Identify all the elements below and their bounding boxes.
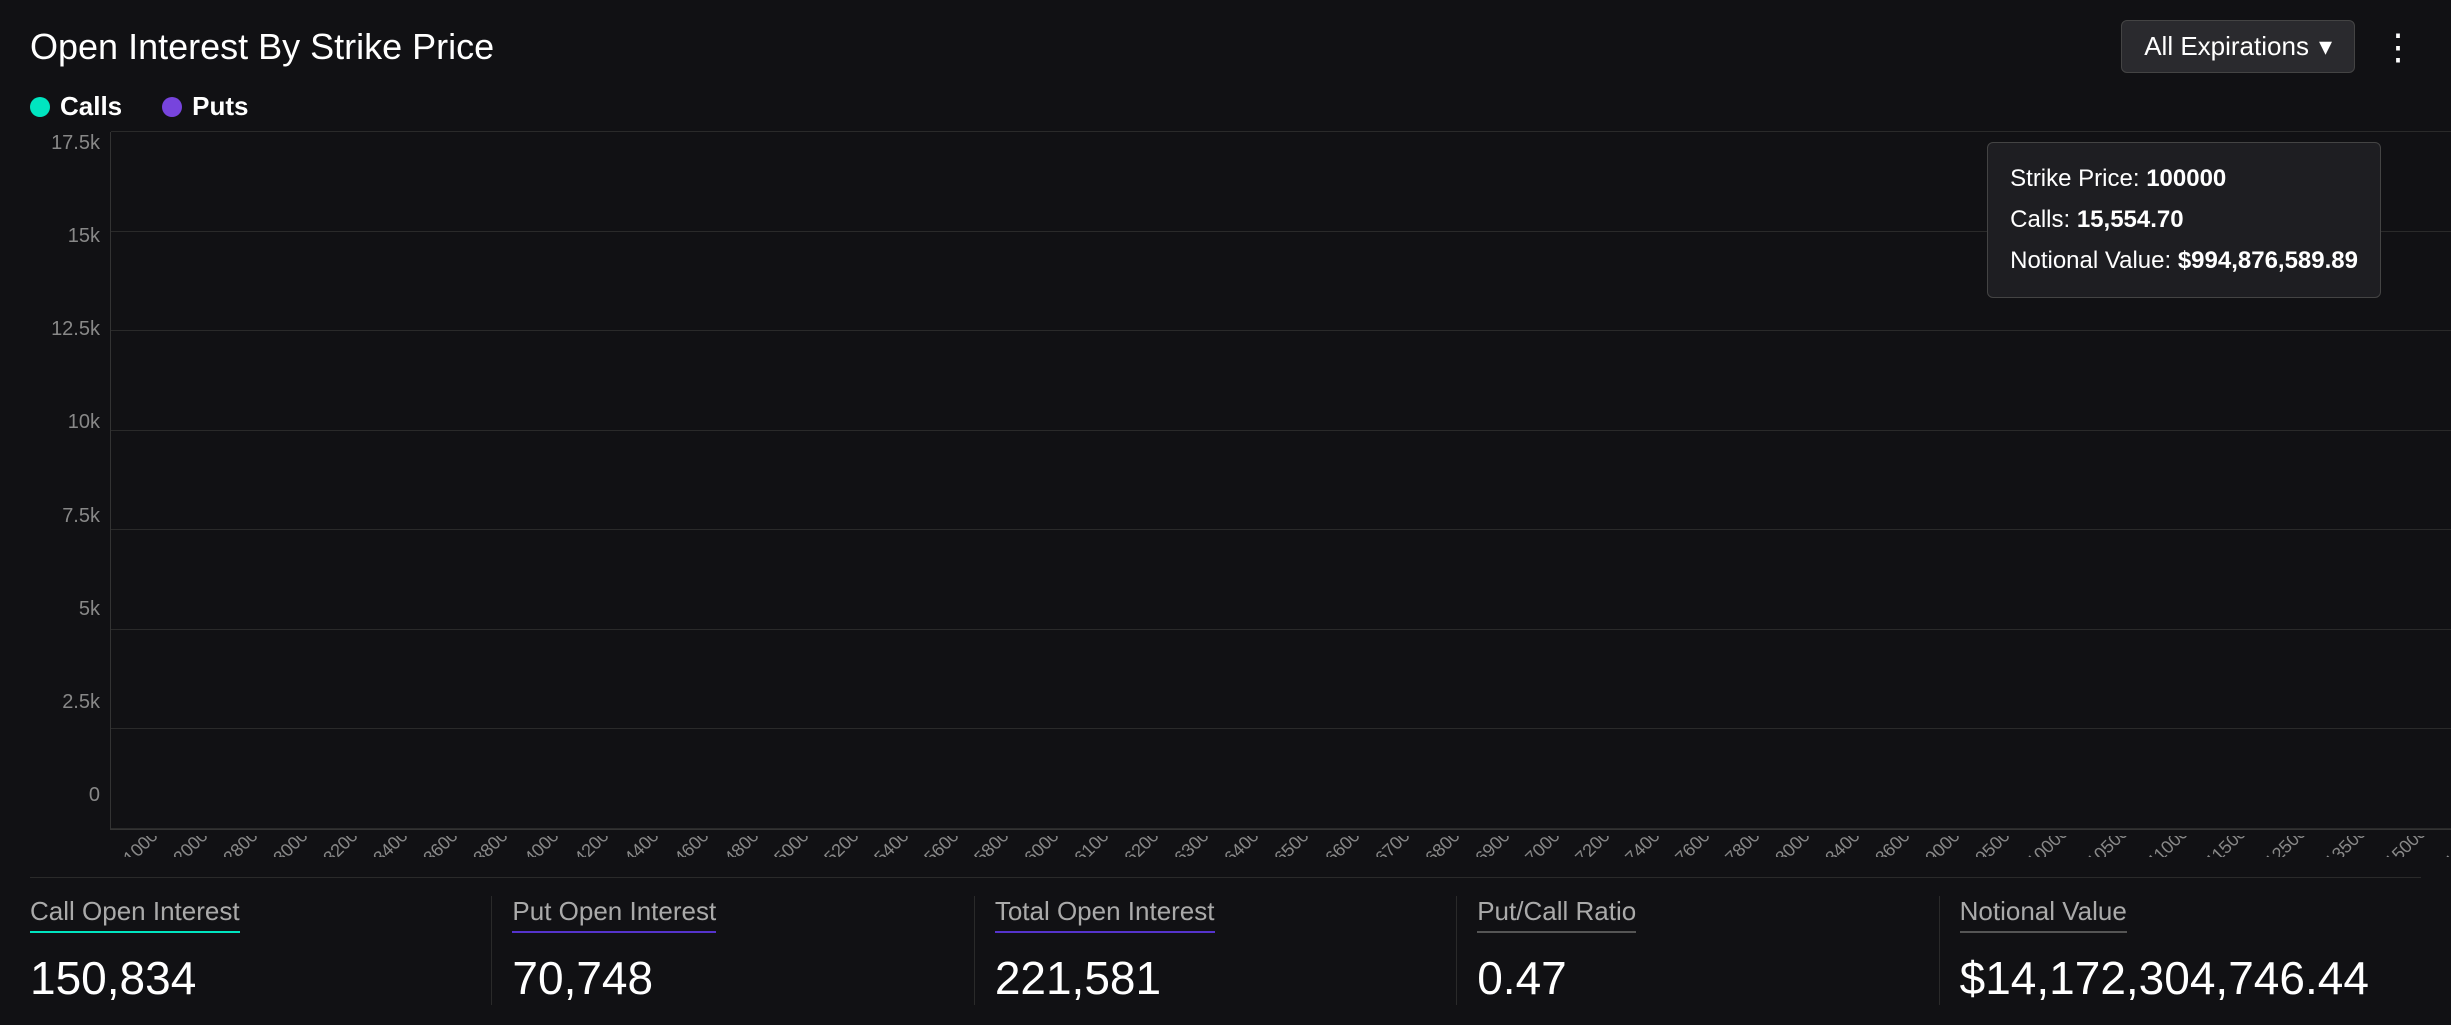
more-icon: ⋮: [2380, 26, 2416, 67]
x-axis-label: 115000: [2202, 836, 2258, 857]
x-axis-label: 48000: [720, 836, 770, 857]
x-axis-label: 180000: [2441, 836, 2451, 857]
main-container: Open Interest By Strike Price All Expira…: [0, 0, 2451, 1025]
x-axis-label: 90000: [1922, 836, 1972, 857]
more-options-button[interactable]: ⋮: [2375, 21, 2421, 73]
chart-area: Strike Price: 100000 Calls: 15,554.70 No…: [30, 132, 2421, 857]
stat-notional: Notional Value $14,172,304,746.44: [1940, 896, 2421, 1005]
expiration-label: All Expirations: [2144, 31, 2309, 62]
y-axis-label: 2.5k: [30, 691, 100, 714]
x-axis-label: 56000: [920, 836, 970, 857]
tooltip-calls: Calls: 15,554.70: [2010, 200, 2358, 241]
call-oi-label: Call Open Interest: [30, 896, 240, 933]
legend-puts: Puts: [162, 91, 248, 122]
x-axis-label: 70000: [1521, 836, 1571, 857]
y-axis-label: 15k: [30, 225, 100, 248]
y-axis-label: 0: [30, 784, 100, 807]
tooltip: Strike Price: 100000 Calls: 15,554.70 No…: [1987, 142, 2381, 298]
x-axis-label: 69000: [1471, 836, 1521, 857]
legend-calls: Calls: [30, 91, 122, 122]
x-axis-label: 44000: [620, 836, 670, 857]
puts-label: Puts: [192, 91, 248, 122]
put-oi-value: 70,748: [512, 951, 953, 1005]
x-axis-label: 61000: [1071, 836, 1121, 857]
stat-call-oi: Call Open Interest 150,834: [30, 896, 492, 1005]
put-oi-label: Put Open Interest: [512, 896, 716, 933]
x-axis-label: 58000: [970, 836, 1020, 857]
x-axis-label: 50000: [770, 836, 820, 857]
x-axis-label: 62000: [1121, 836, 1171, 857]
x-axis-label: 78000: [1721, 836, 1771, 857]
x-axis-label: 40000: [520, 836, 570, 857]
stat-total-oi: Total Open Interest 221,581: [975, 896, 1457, 1005]
x-axis-label: 84000: [1821, 836, 1871, 857]
x-axis-label: 38000: [470, 836, 520, 857]
x-axis-label: 52000: [820, 836, 870, 857]
x-axis-label: 36000: [420, 836, 470, 857]
x-axis-label: 60000: [1020, 836, 1070, 857]
x-axis-label: 34000: [370, 836, 420, 857]
calls-dot: [30, 97, 50, 117]
tooltip-notional: Notional Value: $994,876,589.89: [2010, 241, 2358, 282]
page-title: Open Interest By Strike Price: [30, 26, 494, 68]
stats-row: Call Open Interest 150,834 Put Open Inte…: [30, 877, 2421, 1005]
x-axis-label: 76000: [1671, 836, 1721, 857]
x-axis-label: 74000: [1621, 836, 1671, 857]
chevron-down-icon: ▾: [2319, 31, 2332, 62]
x-axis-label: 72000: [1571, 836, 1621, 857]
put-call-value: 0.47: [1477, 951, 1918, 1005]
x-axis-label: 64000: [1221, 836, 1271, 857]
x-axis-label: 67000: [1371, 836, 1421, 857]
y-axis-label: 10k: [30, 411, 100, 434]
calls-label: Calls: [60, 91, 122, 122]
x-axis-label: 66000: [1321, 836, 1371, 857]
y-axis-label: 7.5k: [30, 505, 100, 528]
x-axis-label: 110000: [2143, 836, 2199, 857]
x-axis-label: 65000: [1271, 836, 1321, 857]
x-axis-label: 135000: [2321, 836, 2378, 857]
x-axis-label: 105000: [2083, 836, 2140, 857]
y-axis-label: 5k: [30, 598, 100, 621]
notional-label: Notional Value: [1960, 896, 2127, 933]
total-oi-label: Total Open Interest: [995, 896, 1215, 933]
x-axis-label: 125000: [2261, 836, 2318, 857]
x-axis-label: 28000: [219, 836, 269, 857]
x-axis-label: 68000: [1421, 836, 1471, 857]
x-axis-label: 63000: [1171, 836, 1221, 857]
x-axis-label: 80000: [1771, 836, 1821, 857]
notional-value: $14,172,304,746.44: [1960, 951, 2401, 1005]
y-axis-label: 12.5k: [30, 318, 100, 341]
expiration-dropdown[interactable]: All Expirations ▾: [2121, 20, 2355, 73]
tooltip-strike: Strike Price: 100000: [2010, 159, 2358, 200]
x-axis-label: 95000: [1972, 836, 2022, 857]
put-call-label: Put/Call Ratio: [1477, 896, 1636, 933]
x-axis-label: 20000: [169, 836, 219, 857]
x-axis-label: 46000: [670, 836, 720, 857]
x-axis-label: 150000: [2381, 836, 2438, 857]
x-axis-label: 42000: [570, 836, 620, 857]
x-axis-label: 100000: [2023, 836, 2080, 857]
puts-dot: [162, 97, 182, 117]
header-controls: All Expirations ▾ ⋮: [2121, 20, 2421, 73]
header: Open Interest By Strike Price All Expira…: [30, 20, 2421, 73]
legend: Calls Puts: [30, 91, 2421, 122]
x-axis-label: 32000: [320, 836, 370, 857]
x-axis-label: 54000: [870, 836, 920, 857]
call-oi-value: 150,834: [30, 951, 471, 1005]
stat-put-oi: Put Open Interest 70,748: [492, 896, 974, 1005]
x-axis: 1000020000280003000032000340003600038000…: [110, 836, 2451, 857]
y-axis-label: 17.5k: [30, 132, 100, 155]
y-axis: 17.5k 15k 12.5k 10k 7.5k 5k 2.5k 0: [30, 132, 100, 857]
x-axis-label: 86000: [1872, 836, 1922, 857]
stat-put-call-ratio: Put/Call Ratio 0.47: [1457, 896, 1939, 1005]
x-axis-label: 30000: [270, 836, 320, 857]
total-oi-value: 221,581: [995, 951, 1436, 1005]
x-axis-label: 10000: [119, 836, 169, 857]
